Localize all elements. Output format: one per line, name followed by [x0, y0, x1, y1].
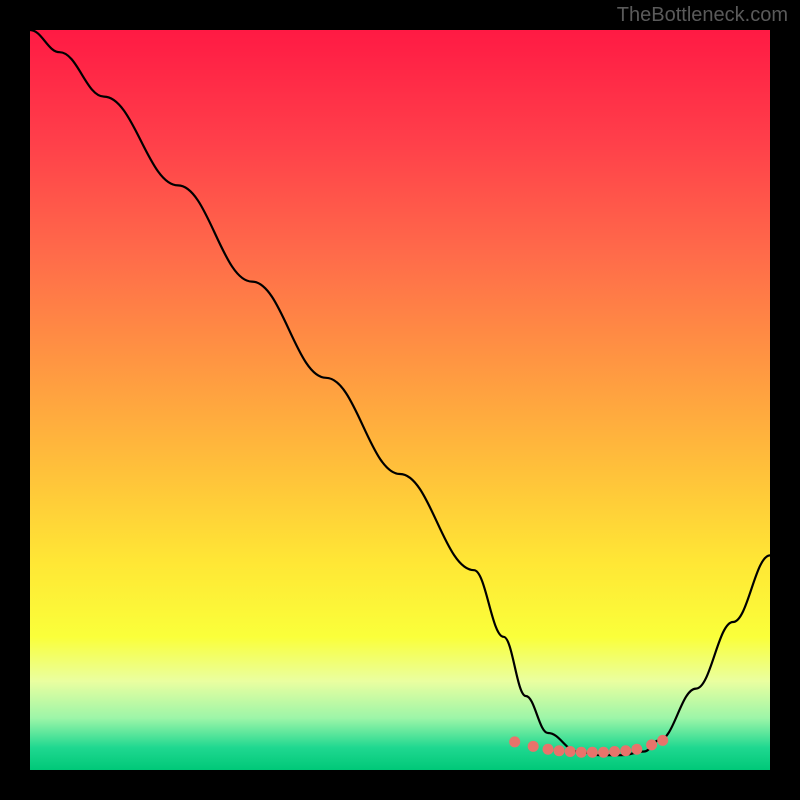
curve-layer — [30, 30, 770, 770]
marker-dot — [646, 739, 657, 750]
optimal-range-markers — [509, 735, 668, 758]
marker-dot — [631, 744, 642, 755]
marker-dot — [543, 744, 554, 755]
bottleneck-curve — [30, 30, 770, 755]
marker-dot — [657, 735, 668, 746]
marker-dot — [565, 746, 576, 757]
marker-dot — [509, 736, 520, 747]
marker-dot — [576, 747, 587, 758]
marker-dot — [587, 747, 598, 758]
plot-area — [30, 30, 770, 770]
marker-dot — [554, 745, 565, 756]
marker-dot — [528, 741, 539, 752]
marker-dot — [609, 746, 620, 757]
marker-dot — [620, 745, 631, 756]
attribution-text: TheBottleneck.com — [617, 4, 788, 27]
marker-dot — [598, 747, 609, 758]
